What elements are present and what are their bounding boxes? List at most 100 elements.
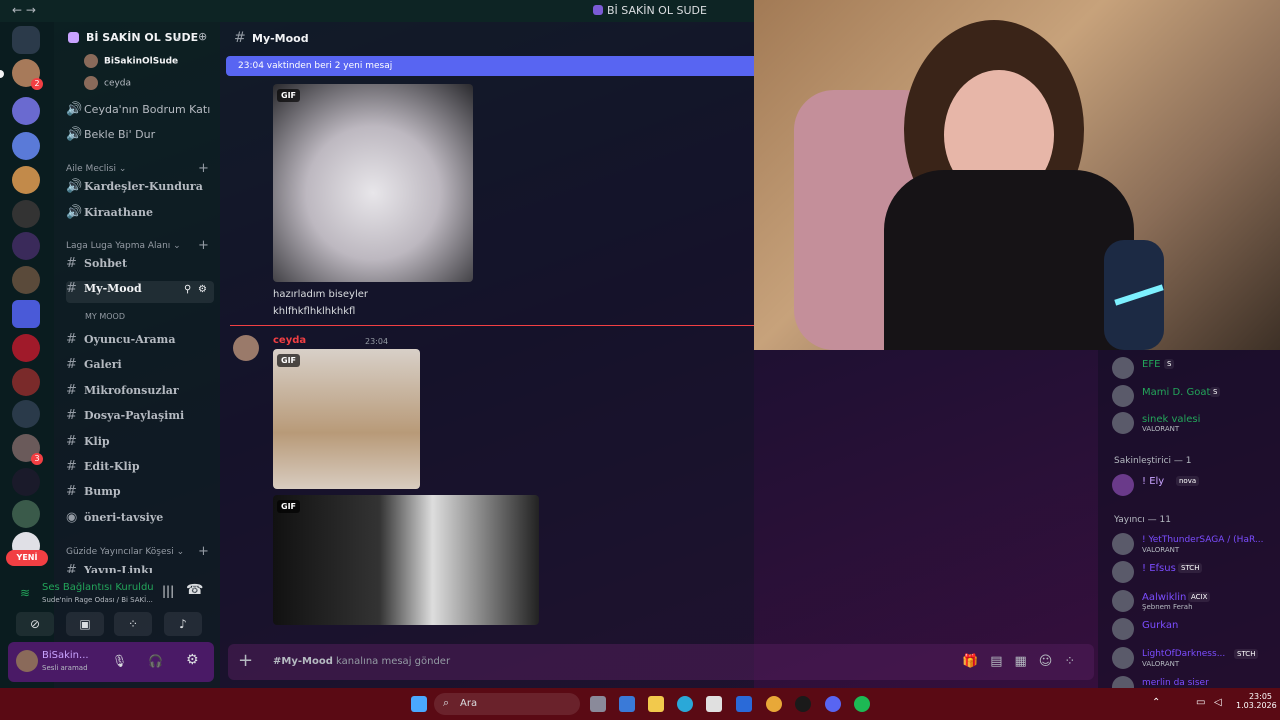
file-explorer-icon[interactable] bbox=[648, 696, 664, 712]
windows-start-icon[interactable] bbox=[411, 696, 427, 712]
gif-embed[interactable]: GIF bbox=[273, 349, 420, 489]
new-unread-badge[interactable]: YENİ bbox=[6, 550, 48, 566]
channel-forum[interactable]: ◉ öneri-tavsiye bbox=[66, 510, 214, 532]
avatar[interactable] bbox=[16, 650, 38, 672]
microphone-icon[interactable]: 🎙 bbox=[112, 654, 127, 668]
hash-icon: # bbox=[66, 563, 77, 573]
camera-off-button[interactable]: ⊘ bbox=[16, 612, 54, 636]
server-icon-1[interactable]: 2 bbox=[12, 59, 43, 90]
chrome-icon[interactable] bbox=[766, 696, 782, 712]
emoji-icon[interactable]: ☺ bbox=[1039, 654, 1065, 669]
message-input[interactable]: + #My-Mood kanalına mesaj gönder 🎁▤▦☺⁘ bbox=[228, 644, 1094, 680]
server-icon-6[interactable] bbox=[12, 232, 40, 260]
headphones-icon[interactable]: 🎧 bbox=[148, 654, 163, 668]
screen-share-button[interactable]: ▣ bbox=[66, 612, 104, 636]
member-item[interactable]: sinek valesi VALORANT bbox=[1112, 412, 1280, 434]
channel-voice[interactable]: 🔊 Bekle Bi' Dur bbox=[66, 127, 214, 149]
gif-embed[interactable]: GIF bbox=[273, 495, 539, 625]
volume-icon[interactable]: ◁ bbox=[1214, 697, 1222, 708]
server-icon-8[interactable] bbox=[12, 334, 40, 362]
server-icon-12[interactable] bbox=[12, 468, 40, 496]
channel-text[interactable]: # Sohbet bbox=[66, 256, 214, 278]
member-item[interactable]: ! YetThunderSAGA / (HaR... VALORANT bbox=[1112, 533, 1280, 555]
server-icon-7[interactable] bbox=[12, 266, 40, 294]
member-item[interactable]: LightOfDarkness... STCH VALORANT bbox=[1112, 647, 1280, 669]
soundboard-button[interactable]: ♪ bbox=[164, 612, 202, 636]
input-tools[interactable]: 🎁▤▦☺⁘ bbox=[962, 654, 1087, 669]
channel-text[interactable]: # Oyuncu-Arama bbox=[66, 332, 214, 354]
add-channel-icon[interactable]: + bbox=[198, 238, 209, 253]
channel-text[interactable]: # Bump bbox=[66, 484, 214, 506]
server-icon-9[interactable] bbox=[12, 368, 40, 396]
server-icon-13[interactable] bbox=[12, 500, 40, 528]
clock[interactable]: 23:05 1.03.2026 bbox=[1236, 692, 1277, 710]
mail-icon[interactable] bbox=[736, 696, 752, 712]
gif-icon[interactable]: ▤ bbox=[990, 654, 1014, 669]
member-item[interactable]: merlin da siser bbox=[1112, 676, 1280, 688]
channel-text[interactable]: # Galeri bbox=[66, 357, 214, 379]
thread-item[interactable]: MY MOOD bbox=[85, 312, 125, 321]
voice-channel-path[interactable]: Sude'nin Rage Odası / Bi SAKİ... bbox=[42, 596, 153, 604]
channel-text[interactable]: # Yayın-Linkı bbox=[66, 563, 214, 573]
obs-icon[interactable] bbox=[795, 696, 811, 712]
office-icon[interactable] bbox=[619, 696, 635, 712]
gift-icon[interactable]: 🎁 bbox=[962, 654, 990, 669]
back-forward-icons[interactable]: ← → bbox=[12, 3, 36, 17]
noise-suppression-icon[interactable]: ||| bbox=[162, 584, 174, 598]
channel-text-active[interactable]: # My-Mood ⚲ ⚙ bbox=[66, 281, 214, 303]
gear-icon[interactable]: ⚙ bbox=[198, 284, 207, 295]
folder-icon[interactable] bbox=[12, 300, 40, 328]
tray-chevron-icon[interactable]: ⌃ bbox=[1152, 697, 1160, 708]
category-laga[interactable]: Laga Luga Yapma Alanı ⌄ + bbox=[66, 238, 209, 253]
taskbar-search[interactable]: ⌕ Ara bbox=[434, 693, 580, 715]
avatar[interactable] bbox=[233, 335, 259, 361]
author-name[interactable]: ceyda bbox=[273, 335, 306, 346]
attach-plus-icon[interactable]: + bbox=[238, 650, 253, 671]
add-channel-icon[interactable]: + bbox=[198, 544, 209, 559]
category-guzide[interactable]: Güzide Yayıncılar Köşesi ⌄ + bbox=[66, 544, 209, 559]
voice-user[interactable]: ceyda bbox=[84, 76, 131, 90]
server-icon-2[interactable] bbox=[12, 97, 40, 125]
member-item[interactable]: Mami D. Goat S bbox=[1112, 385, 1280, 407]
wifi-icon[interactable]: ▭ bbox=[1196, 697, 1205, 708]
voice-user[interactable]: BiSakinOlSude bbox=[84, 54, 178, 68]
channel-text[interactable]: # Mikrofonsuzlar bbox=[66, 383, 214, 405]
server-icon-3[interactable] bbox=[12, 132, 40, 160]
member-item[interactable]: ! Ely nova bbox=[1112, 474, 1280, 496]
apps-icon[interactable]: ⁘ bbox=[1064, 654, 1087, 669]
add-channel-icon[interactable]: + bbox=[198, 161, 209, 176]
task-view-icon[interactable] bbox=[590, 696, 606, 712]
server-icon-5[interactable] bbox=[12, 200, 40, 228]
channel-voice[interactable]: 🔊 Kiraathane bbox=[66, 205, 214, 227]
server-icon-4[interactable] bbox=[12, 166, 40, 194]
channel-text[interactable]: # Klip bbox=[66, 434, 214, 456]
member-item[interactable]: EFE S bbox=[1112, 357, 1280, 379]
activities-button[interactable]: ⁘ bbox=[114, 612, 152, 636]
category-aile[interactable]: Aile Meclisi ⌄ + bbox=[66, 161, 209, 176]
add-member-icon[interactable]: ⊕ bbox=[198, 30, 207, 43]
disconnect-icon[interactable]: ☎ bbox=[186, 582, 203, 598]
channel-text[interactable]: # Dosya-Paylaşimi bbox=[66, 408, 214, 430]
server-icon-11[interactable]: 3 bbox=[12, 434, 43, 465]
channel-text[interactable]: # Edit-Klip bbox=[66, 459, 214, 481]
store-icon[interactable] bbox=[706, 696, 722, 712]
channel-voice[interactable]: 🔊 Kardeşler-Kundura bbox=[66, 179, 214, 201]
signal-icon[interactable]: ≋ bbox=[20, 586, 30, 600]
spotify-icon[interactable] bbox=[854, 696, 870, 712]
speaker-icon: 🔊 bbox=[66, 205, 83, 220]
new-messages-bar[interactable]: 23:04 vaktinden beri 2 yeni mesaj bbox=[226, 56, 754, 76]
discord-icon[interactable] bbox=[825, 696, 841, 712]
member-item[interactable]: Aalwiklin ACIX Şebnem Ferah bbox=[1112, 590, 1280, 612]
user-settings-icon[interactable]: ⚙ bbox=[186, 652, 199, 668]
username[interactable]: BiSakin... bbox=[42, 650, 89, 661]
invite-icon[interactable]: ⚲ bbox=[184, 284, 191, 295]
member-item[interactable]: Gurkan bbox=[1112, 618, 1280, 640]
gif-embed[interactable]: GIF bbox=[273, 84, 473, 282]
member-item[interactable]: ! Efsus STCH bbox=[1112, 561, 1280, 583]
server-header[interactable]: Bİ SAKİN OL SUDE ⌄ ⊕ bbox=[54, 22, 220, 54]
discord-home-icon[interactable] bbox=[12, 26, 40, 54]
edge-icon[interactable] bbox=[677, 696, 693, 712]
server-icon-10[interactable] bbox=[12, 400, 40, 428]
sticker-icon[interactable]: ▦ bbox=[1014, 654, 1038, 669]
channel-voice[interactable]: 🔊 Ceyda'nın Bodrum Katı bbox=[66, 102, 214, 124]
